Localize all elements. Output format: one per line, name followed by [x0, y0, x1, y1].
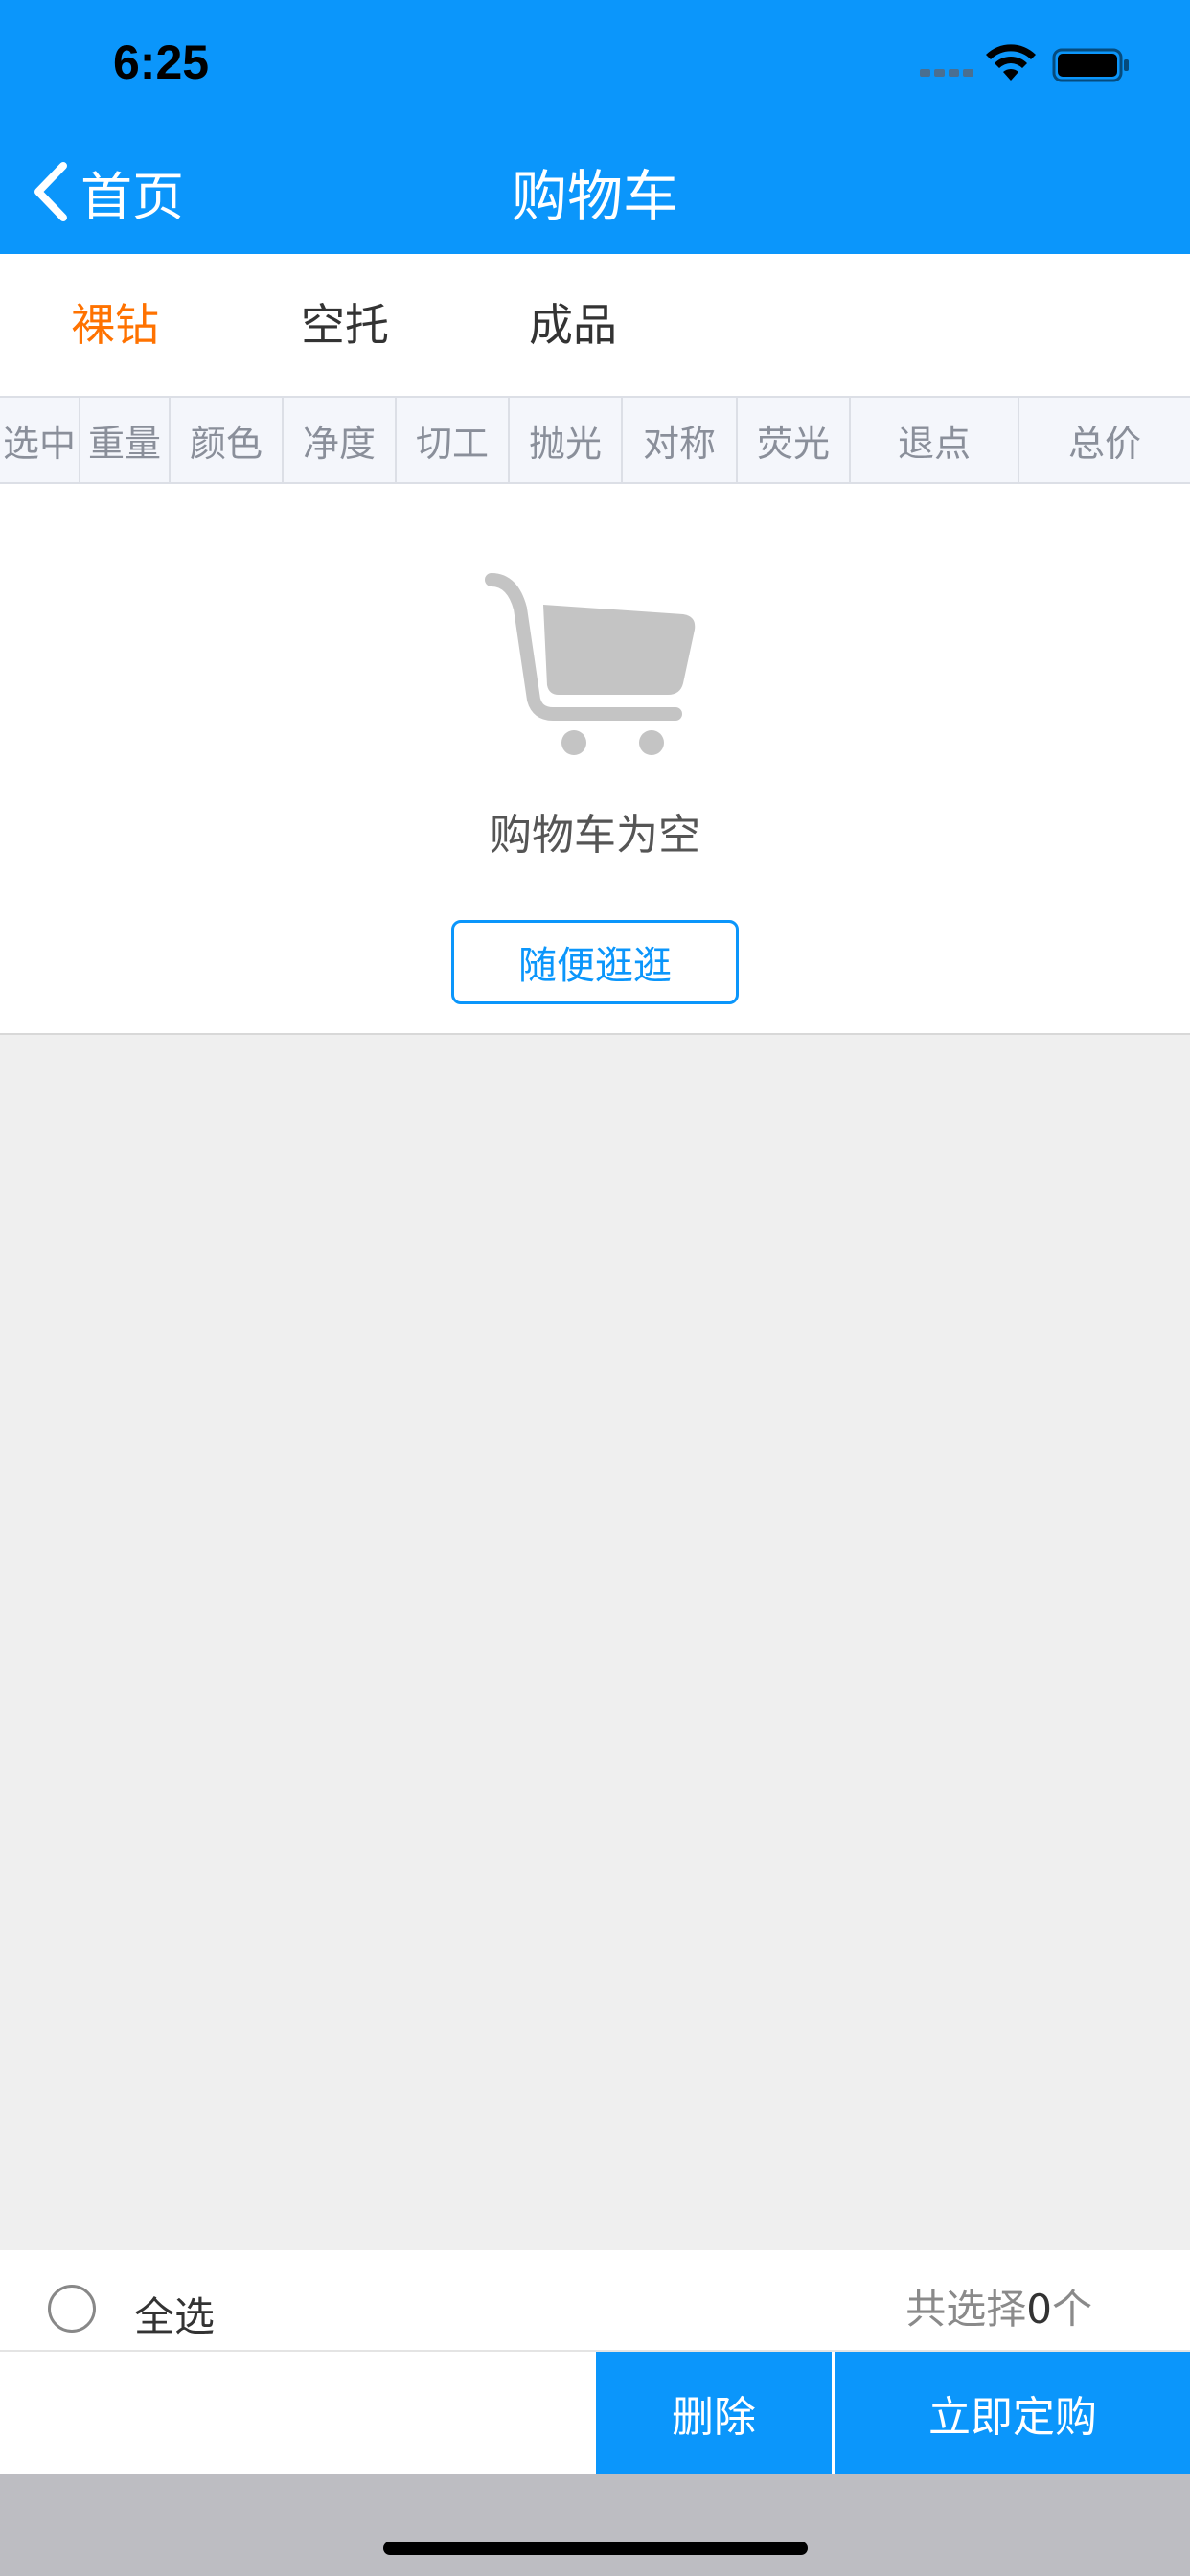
count-suffix: 个: [1051, 2286, 1092, 2333]
wifi-icon: [986, 44, 1036, 80]
column-header-symmetry: 对称: [623, 398, 738, 482]
status-time: 6:25: [113, 35, 210, 89]
cellular-signal-icon: [920, 69, 973, 80]
empty-state: 购物车为空 随便逛逛: [0, 484, 1190, 1035]
category-tabs: 裸钻 空托 成品: [0, 254, 1190, 396]
page-title: 购物车: [511, 164, 678, 229]
column-header-clarity: 净度: [284, 398, 397, 482]
column-header-total-price: 总价: [1067, 422, 1141, 465]
column-header-selected: 选中: [0, 398, 80, 482]
tab-empty-mount[interactable]: 空托: [301, 254, 389, 396]
column-header-fluorescence: 荧光: [738, 398, 851, 482]
empty-message: 购物车为空: [490, 811, 700, 860]
action-bar: 删除 立即定购: [0, 2352, 1190, 2474]
delete-button[interactable]: 删除: [596, 2352, 832, 2474]
header-bar: 6:25 首页 购物车: [0, 0, 1190, 254]
cart-screen: 6:25 首页 购物车 裸钻 空托 成品 选中 重量 颜色 净度 切工 抛光 对…: [0, 0, 1190, 2576]
home-indicator[interactable]: [383, 2542, 808, 2555]
column-header-color: 颜色: [171, 398, 284, 482]
column-header-weight: 重量: [80, 398, 171, 482]
selection-bar: 全选 共选择0个: [0, 2250, 1190, 2352]
browse-button[interactable]: 随便逛逛: [451, 920, 739, 1004]
home-indicator-area: [0, 2474, 1190, 2576]
column-header-discount: 退点: [851, 398, 1019, 482]
table-header: 选中 重量 颜色 净度 切工 抛光 对称 荧光 退点 总价: [0, 396, 1190, 484]
count-prefix: 共选择: [905, 2286, 1027, 2333]
cart-icon: [485, 573, 696, 755]
tab-bare-diamond[interactable]: 裸钻: [71, 254, 159, 396]
select-all-radio[interactable]: [48, 2285, 96, 2333]
battery-icon: [1052, 48, 1129, 82]
tab-finished-product[interactable]: 成品: [529, 254, 617, 396]
column-header-polish: 抛光: [510, 398, 623, 482]
selected-count: 共选择0个: [905, 2277, 1092, 2335]
select-all-label[interactable]: 全选: [134, 2285, 215, 2343]
column-header-cut: 切工: [397, 398, 510, 482]
count-value: 0: [1026, 2286, 1052, 2333]
order-now-button[interactable]: 立即定购: [835, 2352, 1190, 2474]
